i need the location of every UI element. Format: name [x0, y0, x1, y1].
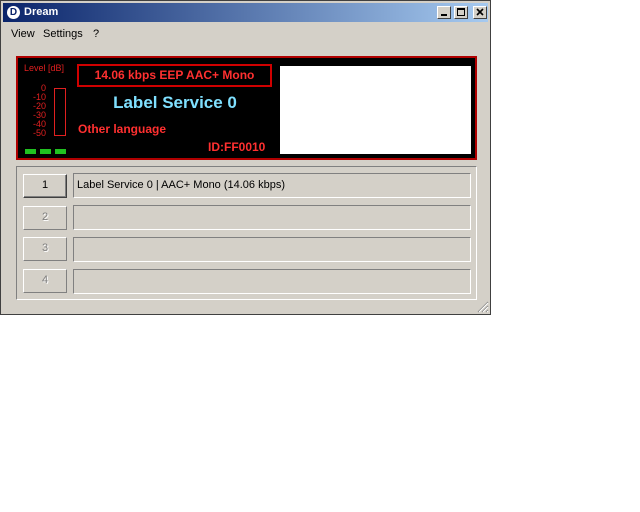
status-led [25, 149, 36, 154]
language-label: Other language [78, 122, 167, 136]
service-label: Label Service 0 [113, 93, 237, 112]
resize-grip-icon[interactable] [475, 299, 489, 313]
maximize-icon [457, 8, 465, 16]
service-field-3 [73, 237, 471, 262]
level-scale: 0 -10 -20 -30 -40 -50 [28, 84, 46, 138]
status-led [40, 149, 51, 154]
menu-bar: View Settings ? [3, 25, 488, 43]
service-field-1: Label Service 0 | AAC+ Mono (14.06 kbps) [73, 173, 471, 198]
receiver-display: Level [dB] 0 -10 -20 -30 -40 -50 14.06 k… [16, 56, 477, 160]
service-button-3[interactable]: 3 [23, 237, 67, 261]
app-icon: D [7, 6, 20, 19]
title-bar[interactable]: D Dream [3, 3, 488, 22]
close-icon [476, 8, 484, 16]
service-group: 1 Label Service 0 | AAC+ Mono (14.06 kbp… [16, 166, 477, 300]
service-field-2 [73, 205, 471, 230]
scale-tick: -50 [32, 128, 46, 138]
window-title: Dream [24, 6, 59, 18]
picture-area [280, 66, 471, 154]
service-button-4[interactable]: 4 [23, 269, 67, 293]
minimize-icon [441, 14, 447, 16]
service-button-2[interactable]: 2 [23, 206, 67, 230]
level-meter [54, 88, 66, 136]
menu-settings[interactable]: Settings [43, 28, 83, 40]
level-label: Level [dB] [24, 63, 65, 73]
menu-help[interactable]: ? [93, 28, 99, 40]
maximize-button[interactable] [454, 6, 468, 19]
minimize-button[interactable] [437, 6, 451, 19]
codec-info: 14.06 kbps EEP AAC+ Mono [77, 64, 272, 87]
service-button-1[interactable]: 1 [23, 174, 67, 198]
dream-window: D Dream View Settings ? Level [dB] 0 -10… [0, 0, 491, 315]
close-button[interactable] [473, 6, 487, 19]
service-id: ID:FF0010 [208, 140, 266, 154]
menu-view[interactable]: View [11, 28, 35, 40]
status-led [55, 149, 66, 154]
service-field-4 [73, 269, 471, 294]
